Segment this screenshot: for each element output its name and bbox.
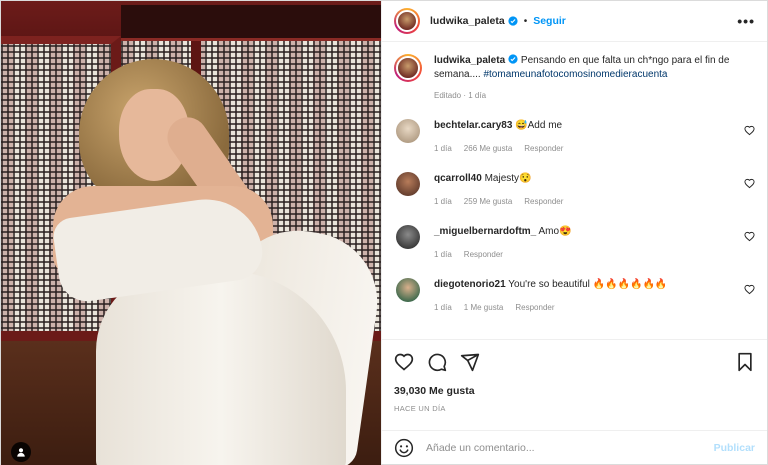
heart-icon[interactable] (744, 178, 755, 189)
post-time: HACE UN DÍA (394, 404, 446, 413)
comment-item: diegotenorio21 You're so beautiful 🔥🔥🔥🔥🔥… (394, 278, 755, 312)
caption-avatar[interactable] (394, 54, 422, 82)
post-caption: ludwika_paleta Pensando en que falta un … (394, 54, 755, 100)
comment-item: _miguelbernardoftm_ Amo😍 1 día Responder (394, 225, 755, 259)
heart-icon[interactable] (744, 125, 755, 136)
comment-username[interactable]: bechtelar.cary83 (434, 120, 512, 131)
verified-icon (508, 16, 518, 26)
comment-text: 😅Add me (512, 120, 563, 131)
comment-username[interactable]: diegotenorio21 (434, 279, 506, 290)
author-username[interactable]: ludwika_paleta (430, 15, 505, 27)
bookmark-icon[interactable] (735, 352, 755, 372)
comment-time: 1 día (434, 250, 452, 259)
comment-username[interactable]: qcarroll40 (434, 173, 482, 184)
post-actions: 39,030 Me gusta HACE UN DÍA Publicar (382, 339, 767, 464)
comment-text: Amo😍 (536, 226, 572, 237)
comment-text: You're so beautiful 🔥🔥🔥🔥🔥🔥 (505, 279, 668, 290)
comment-text: Majesty😯 (481, 173, 532, 184)
post-side-panel: ludwika_paleta • Seguir ••• ludwika_pale… (381, 1, 767, 464)
comments-list[interactable]: ludwika_paleta Pensando en que falta un … (382, 42, 767, 339)
caption-meta: Editado · 1 día (434, 91, 487, 100)
post-photo[interactable] (1, 1, 381, 465)
comment-time: 1 día (434, 197, 452, 206)
comment-avatar[interactable] (396, 172, 420, 196)
header-separator: • (523, 15, 528, 27)
author-avatar[interactable] (394, 8, 420, 34)
comment-avatar[interactable] (396, 278, 420, 302)
comment-likes[interactable]: 259 Me gusta (464, 197, 512, 206)
emoji-icon[interactable] (394, 438, 414, 458)
comment-time: 1 día (434, 303, 452, 312)
comment-likes[interactable]: 266 Me gusta (464, 144, 512, 153)
action-icons (394, 352, 755, 372)
share-icon[interactable] (460, 352, 480, 372)
heart-icon[interactable] (744, 231, 755, 242)
follow-button[interactable]: Seguir (533, 15, 566, 27)
comment-avatar[interactable] (396, 225, 420, 249)
add-comment-bar: Publicar (382, 430, 767, 464)
instagram-post: ludwika_paleta • Seguir ••• ludwika_pale… (0, 0, 768, 465)
comment-time: 1 día (434, 144, 452, 153)
more-icon[interactable]: ••• (737, 13, 755, 29)
comment-input[interactable] (426, 441, 714, 454)
comment-item: qcarroll40 Majesty😯 1 día 259 Me gusta R… (394, 172, 755, 206)
caption-username[interactable]: ludwika_paleta (434, 55, 505, 66)
reply-button[interactable]: Responder (515, 303, 554, 312)
publish-button[interactable]: Publicar (714, 442, 755, 454)
comment-likes[interactable]: 1 Me gusta (464, 303, 504, 312)
heart-icon[interactable] (744, 284, 755, 295)
comment-avatar[interactable] (396, 119, 420, 143)
comment-item: bechtelar.cary83 😅Add me 1 día 266 Me gu… (394, 119, 755, 153)
photo-wall-trim (121, 5, 381, 41)
likes-count[interactable]: 39,030 Me gusta (394, 385, 755, 397)
reply-button[interactable]: Responder (524, 144, 563, 153)
post-header: ludwika_paleta • Seguir ••• (382, 1, 767, 42)
verified-icon (508, 54, 518, 64)
comment-icon[interactable] (427, 352, 447, 372)
comment-username[interactable]: _miguelbernardoftm_ (434, 226, 536, 237)
user-tag-icon[interactable] (11, 442, 31, 462)
heart-icon[interactable] (394, 352, 414, 372)
reply-button[interactable]: Responder (464, 250, 503, 259)
reply-button[interactable]: Responder (524, 197, 563, 206)
caption-hashtag[interactable]: #tomameunafotocomosinomedieracuenta (483, 69, 667, 80)
